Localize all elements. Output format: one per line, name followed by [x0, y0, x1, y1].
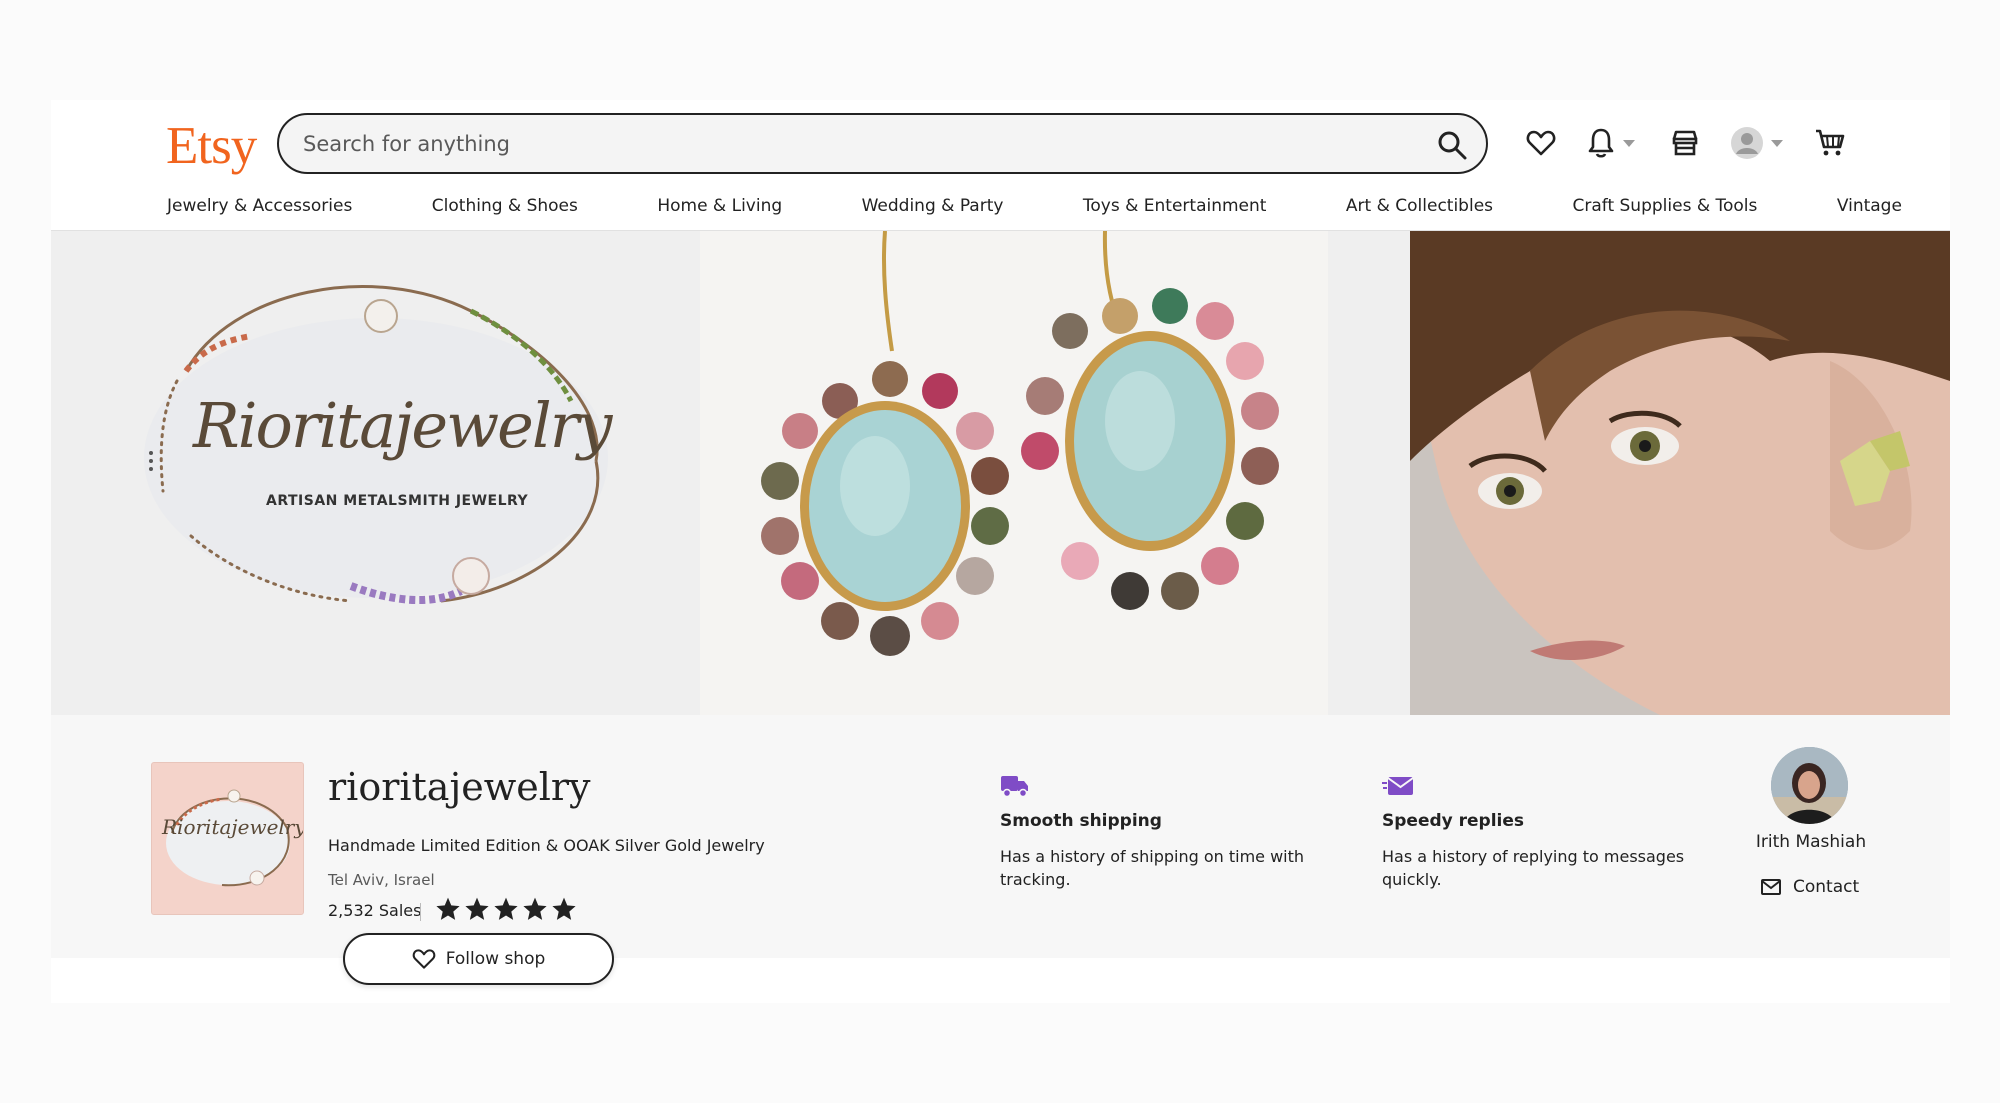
search-input[interactable] — [303, 129, 1403, 159]
sales-rating-separator — [420, 903, 421, 921]
feature-title: Speedy replies — [1382, 811, 1525, 831]
banner-earrings-photo — [700, 231, 1328, 715]
nav-item-toys-entertainment[interactable]: Toys & Entertainment — [1083, 196, 1267, 216]
shop-info-section: Rioritajewelry rioritajewelry Handmade L… — [51, 715, 1950, 985]
chevron-down-icon — [1623, 139, 1635, 147]
shop-rating-stars — [435, 896, 577, 922]
nav-item-home-living[interactable]: Home & Living — [657, 196, 782, 216]
nav-item-jewelry-accessories[interactable]: Jewelry & Accessories — [167, 196, 352, 216]
heart-icon — [1526, 130, 1556, 156]
nav-item-craft-supplies-tools[interactable]: Craft Supplies & Tools — [1572, 196, 1757, 216]
account-button[interactable] — [1731, 126, 1783, 160]
feature-smooth-shipping: Smooth shipping Has a history of shippin… — [1000, 774, 1330, 891]
shop-name: rioritajewelry — [328, 765, 591, 809]
shop-sales-count: 2,532 Sales — [328, 901, 422, 920]
banner-model-photo — [1410, 231, 1950, 715]
nav-item-clothing-shoes[interactable]: Clothing & Shoes — [432, 196, 578, 216]
feature-speedy-replies: Speedy replies Has a history of replying… — [1382, 774, 1712, 891]
star-icon — [523, 897, 547, 920]
model-wearing-earring-image — [1410, 231, 1950, 715]
gemstone-earrings-image — [761, 231, 1279, 656]
banner-spacer — [1328, 231, 1410, 715]
star-icon — [552, 897, 576, 920]
search-bar — [277, 113, 1488, 174]
shop-location: Tel Aviv, Israel — [328, 871, 435, 889]
owner-name[interactable]: Irith Mashiah — [1751, 832, 1871, 852]
follow-shop-button[interactable]: Follow shop — [343, 933, 614, 985]
search-icon[interactable] — [1436, 129, 1468, 161]
feature-description: Has a history of shipping on time with t… — [1000, 847, 1305, 889]
etsy-logo[interactable]: Etsy — [166, 116, 257, 176]
shop-tagline: Handmade Limited Edition & OOAK Silver G… — [328, 836, 765, 855]
nav-item-art-collectibles[interactable]: Art & Collectibles — [1346, 196, 1493, 216]
shop-banner: Rioritajewelry ARTISAN METALSMITH JEWELR… — [51, 231, 1950, 715]
shop-avatar-wreath-image — [166, 789, 290, 887]
owner-avatar[interactable] — [1771, 747, 1848, 824]
mail-icon — [1761, 879, 1781, 895]
truck-icon — [1001, 776, 1028, 798]
fast-mail-icon — [1382, 777, 1414, 795]
banner-shop-title: Rioritajewelry — [193, 389, 612, 462]
shop-manager-button[interactable] — [1670, 126, 1700, 160]
feature-description: Has a history of replying to messages qu… — [1382, 847, 1685, 889]
heart-icon — [412, 949, 436, 969]
contact-label: Contact — [1793, 877, 1860, 897]
follow-shop-label: Follow shop — [445, 949, 546, 969]
notifications-button[interactable] — [1587, 126, 1635, 160]
favorites-button[interactable] — [1526, 126, 1556, 160]
cart-button[interactable] — [1814, 126, 1846, 160]
floral-wreath-image — [144, 285, 608, 604]
shop-avatar[interactable]: Rioritajewelry — [151, 762, 304, 915]
nav-item-vintage[interactable]: Vintage — [1837, 196, 1902, 216]
owner-photo-image — [1771, 747, 1848, 824]
etsy-shop-page: Etsy Search for anything Jewelry & Acces… — [51, 100, 1950, 1003]
store-icon — [1672, 130, 1698, 156]
star-icon — [494, 897, 518, 920]
chevron-down-icon — [1771, 139, 1783, 147]
contact-owner-button[interactable]: Contact — [1761, 877, 1859, 897]
bell-icon — [1588, 128, 1614, 158]
star-icon — [465, 897, 489, 920]
category-nav: Jewelry & Accessories Clothing & Shoes H… — [167, 194, 1902, 218]
user-avatar-icon — [1731, 127, 1763, 159]
star-icon — [436, 897, 460, 920]
banner-logo-panel: Rioritajewelry ARTISAN METALSMITH JEWELR… — [51, 231, 700, 715]
nav-item-wedding-party[interactable]: Wedding & Party — [862, 196, 1004, 216]
banner-shop-subtitle: ARTISAN METALSMITH JEWELRY — [266, 493, 529, 509]
cart-icon — [1816, 129, 1845, 156]
feature-title: Smooth shipping — [1000, 811, 1162, 831]
shop-avatar-text: Rioritajewelry — [162, 815, 304, 839]
